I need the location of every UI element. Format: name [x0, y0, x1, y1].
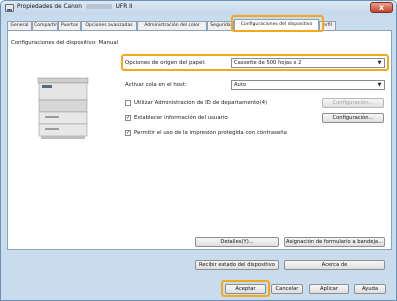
- user-info-checkbox[interactable]: ✓: [125, 115, 131, 121]
- tab-security[interactable]: Segurida: [207, 21, 234, 30]
- tab-advanced[interactable]: Opciones avanzadas: [81, 21, 137, 30]
- chevron-down-icon: ▼: [377, 82, 382, 88]
- paper-source-value: Cassette de 500 hojas x 2: [234, 60, 302, 66]
- printer-preview: [12, 58, 115, 246]
- printer-properties-window: Propiedades de Canon UFR II x General Co…: [0, 0, 397, 301]
- redacted-model-name: [85, 4, 112, 9]
- hold-queue-value: Auto: [234, 82, 247, 88]
- window-title-suffix: UFR II: [115, 4, 133, 10]
- printer-icon: [5, 4, 14, 12]
- tab-device-settings[interactable]: Configuraciones del dispositivo: [234, 19, 319, 30]
- tab-sharing[interactable]: Compartir: [32, 21, 58, 30]
- details-button[interactable]: Detalles(Y)...: [195, 237, 279, 247]
- tab-profile[interactable]: erfil: [319, 21, 336, 30]
- checkmark-icon: ✓: [126, 130, 131, 136]
- tab-general[interactable]: General: [7, 21, 32, 30]
- about-button[interactable]: Acerca de: [284, 260, 385, 270]
- chevron-down-icon: ▼: [377, 60, 382, 66]
- window-title: Propiedades de Canon UFR II: [17, 4, 133, 10]
- help-button[interactable]: Ayuda: [354, 284, 386, 294]
- tab-strip: General Compartir Puertos Opciones avanz…: [7, 19, 392, 30]
- user-info-label: Establecer información del usuario: [134, 115, 228, 121]
- tab-color-management[interactable]: Administración del color: [137, 21, 207, 30]
- hold-queue-label: Activar cola en el host:: [125, 82, 187, 88]
- apply-button[interactable]: Aplicar: [309, 284, 349, 294]
- hold-queue-dropdown[interactable]: Auto ▼: [231, 80, 385, 90]
- secure-print-checkbox[interactable]: ✓: [125, 130, 131, 136]
- checkmark-icon: ✓: [126, 115, 131, 121]
- get-device-status-button[interactable]: Recibir estado del dispositivo: [195, 260, 279, 270]
- printer-illustration-icon: [37, 77, 89, 139]
- title-bar: Propiedades de Canon UFR II x: [1, 1, 396, 15]
- dept-id-config-button[interactable]: Configuración...: [322, 98, 384, 108]
- panel-header: Configuraciones del dispositivo: Manual: [11, 40, 119, 46]
- close-button[interactable]: x: [370, 2, 393, 13]
- tab-ports[interactable]: Puertos: [58, 21, 81, 30]
- dept-id-label: Utilizar Administración de ID de departa…: [134, 100, 268, 106]
- form-to-tray-button[interactable]: Asignación de formulario a bandeja...: [284, 237, 385, 247]
- ok-button[interactable]: Aceptar: [225, 284, 266, 294]
- user-info-config-button[interactable]: Configuración...: [322, 113, 384, 123]
- paper-source-label: Opciones de origen del papel:: [125, 60, 206, 66]
- dept-id-checkbox[interactable]: [125, 100, 131, 106]
- paper-source-dropdown[interactable]: Cassette de 500 hojas x 2 ▼: [231, 58, 385, 68]
- secure-print-label: Permitir el uso de la impresión protegid…: [134, 130, 287, 136]
- window-title-prefix: Propiedades de Canon: [17, 4, 82, 10]
- close-icon: x: [378, 3, 385, 12]
- cancel-button[interactable]: Cancelar: [271, 284, 303, 294]
